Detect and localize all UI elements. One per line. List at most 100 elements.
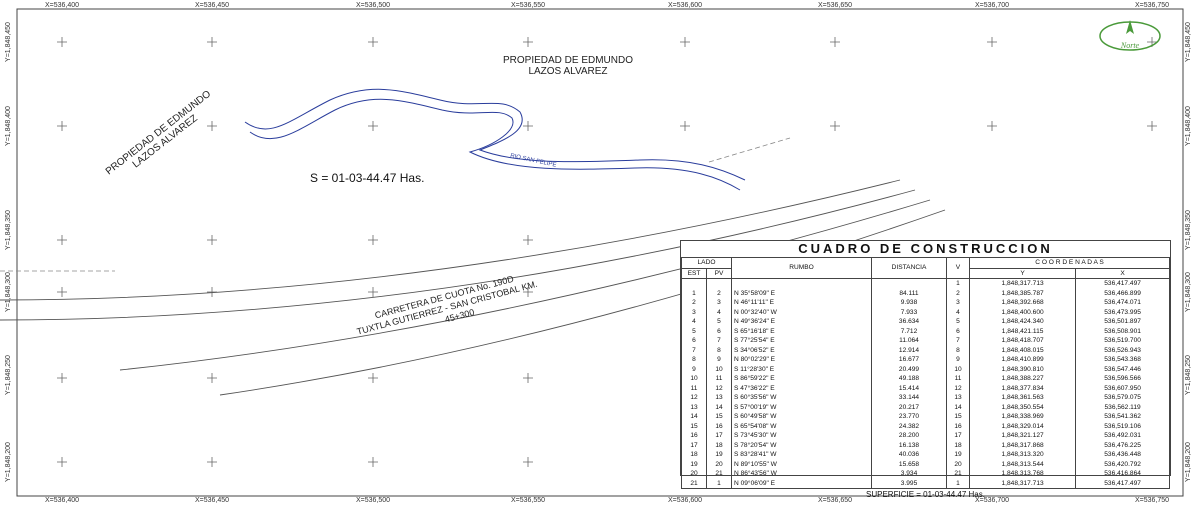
cell-y: 1,848,392.668 xyxy=(968,298,1077,308)
grid-cross xyxy=(523,121,533,131)
grid-cross xyxy=(830,37,840,47)
cell-est: 7 xyxy=(681,345,707,355)
cell-y: 1,848,317.713 xyxy=(968,278,1077,289)
cell-y: 1,848,313.544 xyxy=(968,459,1077,469)
grid-cross xyxy=(523,373,533,383)
cell-distancia: 20.499 xyxy=(871,364,947,374)
table-row: 11 12 S 47°36'22" E 15.414 12 1,848,377.834 53… xyxy=(681,383,1170,393)
cell-v: 3 xyxy=(946,298,970,308)
cell-rumbo: S 11°28'30" E xyxy=(731,364,872,374)
x-coordinate-label: X=536,550 xyxy=(511,497,545,504)
cell-v: 4 xyxy=(946,307,970,317)
cell-x: 536,436.448 xyxy=(1075,450,1170,460)
grid-cross xyxy=(57,373,67,383)
cell-v: 8 xyxy=(946,345,970,355)
cell-v: 2 xyxy=(946,288,970,298)
cell-rumbo: S 78°20'54" W xyxy=(731,440,872,450)
cell-pv: 1 xyxy=(706,478,732,488)
cell-x: 536,416.864 xyxy=(1075,469,1170,479)
cell-x: 536,508.901 xyxy=(1075,326,1170,336)
grid-cross xyxy=(368,235,378,245)
cell-y: 1,848,329.014 xyxy=(968,421,1077,431)
grid-cross xyxy=(57,457,67,467)
cell-est: 19 xyxy=(681,459,707,469)
grid-cross xyxy=(368,121,378,131)
cell-y: 1,848,338.969 xyxy=(968,412,1077,422)
cell-pv: 7 xyxy=(706,336,732,346)
cell-est: 21 xyxy=(681,478,707,488)
cell-distancia: 3.934 xyxy=(871,469,947,479)
x-coordinate-label: X=536,400 xyxy=(45,497,79,504)
cell-distancia: 33.144 xyxy=(871,393,947,403)
table-row: 10 11 S 86°59'22" E 49.188 11 1,848,388.227 53… xyxy=(681,374,1170,384)
cell-x: 536,607.950 xyxy=(1075,383,1170,393)
cell-pv: 19 xyxy=(706,450,732,460)
cell-pv: 6 xyxy=(706,326,732,336)
grid-cross xyxy=(830,121,840,131)
cell-est: 15 xyxy=(681,421,707,431)
cell-x: 536,526.943 xyxy=(1075,345,1170,355)
cell-y: 1,848,390.810 xyxy=(968,364,1077,374)
coordenadas-header: C O O R D E N A D A S xyxy=(969,258,1170,269)
grid-cross xyxy=(207,121,217,131)
construction-grid: LADO RUMBO DISTANCIA V C O O R D E N A D… xyxy=(681,258,1170,488)
cell-distancia: 36.634 xyxy=(871,317,947,327)
cell-pv: 2 xyxy=(706,288,732,298)
cell-x: 536,541.362 xyxy=(1075,412,1170,422)
north-owner-label-line2: LAZOS ALVAREZ xyxy=(528,66,607,77)
cell-rumbo: N 46°11'11" E xyxy=(731,298,872,308)
cell-y: 1,848,313.768 xyxy=(968,469,1077,479)
cell-est: 20 xyxy=(681,469,707,479)
table-row: 67S 77°25'54" E 11.064 7 1,848,418.707 536,5… xyxy=(681,336,1170,346)
west-owner-label-line1: PROPIEDAD DE EDMUNDO xyxy=(104,89,213,178)
cell-pv: 12 xyxy=(706,383,732,393)
cell-rumbo: S 65°16'18" E xyxy=(731,326,872,336)
table-row: 9 10 S 11°28'30" E 20.499 10 1,848,390.810 536… xyxy=(681,364,1170,374)
cell-est: 8 xyxy=(681,355,707,365)
grid-cross xyxy=(57,287,67,297)
table-row: 89N 80°02'29" E 16.677 9 1,848,410.899 536,5… xyxy=(681,355,1170,365)
table-title: CUADRO DE CONSTRUCCION xyxy=(681,241,1170,258)
grid-cross xyxy=(57,235,67,245)
cell-v: 9 xyxy=(946,355,970,365)
pv-header: PV xyxy=(706,268,732,279)
table-row: 16 17 S 73°45'30" W 28.200 17 1,848,321.127 53… xyxy=(681,431,1170,441)
cell-rumbo: N 89°10'55" W xyxy=(731,459,872,469)
cell-v: 16 xyxy=(946,421,970,431)
x-header: X xyxy=(1075,268,1170,279)
north-owner-label-line1: PROPIEDAD DE EDMUNDO xyxy=(503,55,633,66)
cell-rumbo: S 73°45'30" W xyxy=(731,431,872,441)
cell-y: 1,848,418.707 xyxy=(968,336,1077,346)
cell-x: 536,474.071 xyxy=(1075,298,1170,308)
table-row: 45N 49°36'24" E 36.634 5 1,848,424.340 536,5… xyxy=(681,317,1170,327)
cell-pv: 15 xyxy=(706,412,732,422)
cell-x: 536,417.497 xyxy=(1075,278,1170,289)
distancia-header: DISTANCIA xyxy=(871,258,947,279)
cell-y: 1,848,410.899 xyxy=(968,355,1077,365)
cell-v: 11 xyxy=(946,374,970,384)
table-row: 12N 35°58'09" E 84.111 2 1,848,385.787 536,4… xyxy=(681,288,1170,298)
rumbo-header: RUMBO xyxy=(731,258,872,279)
x-coordinate-label: X=536,450 xyxy=(195,497,229,504)
cell-est: 18 xyxy=(681,450,707,460)
table-row: 17 18 S 78°20'54" W 16.138 18 1,848,317.868 53… xyxy=(681,440,1170,450)
cell-v: 14 xyxy=(946,402,970,412)
grid-cross xyxy=(368,457,378,467)
cell-rumbo: N 80°02'29" E xyxy=(731,355,872,365)
cell-rumbo: N 35°58'09" E xyxy=(731,288,872,298)
grid-cross xyxy=(523,235,533,245)
cell-rumbo: N 00°32'40" W xyxy=(731,307,872,317)
y-coordinate-label: Y=1,848,450 xyxy=(5,22,12,62)
cell-x: 536,543.368 xyxy=(1075,355,1170,365)
cell-x: 536,579.075 xyxy=(1075,393,1170,403)
cell-x: 536,492.031 xyxy=(1075,431,1170,441)
cell-pv: 18 xyxy=(706,440,732,450)
x-coordinate-label: X=536,700 xyxy=(975,2,1009,9)
cell-distancia: 11.064 xyxy=(871,336,947,346)
y-coordinate-label: Y=1,848,300 xyxy=(1185,272,1192,312)
cell-v: 1 xyxy=(946,278,970,289)
cell-distancia: 15.658 xyxy=(871,459,947,469)
cell-distancia: 23.770 xyxy=(871,412,947,422)
cell-distancia: 7.933 xyxy=(871,307,947,317)
cell-pv: 20 xyxy=(706,459,732,469)
